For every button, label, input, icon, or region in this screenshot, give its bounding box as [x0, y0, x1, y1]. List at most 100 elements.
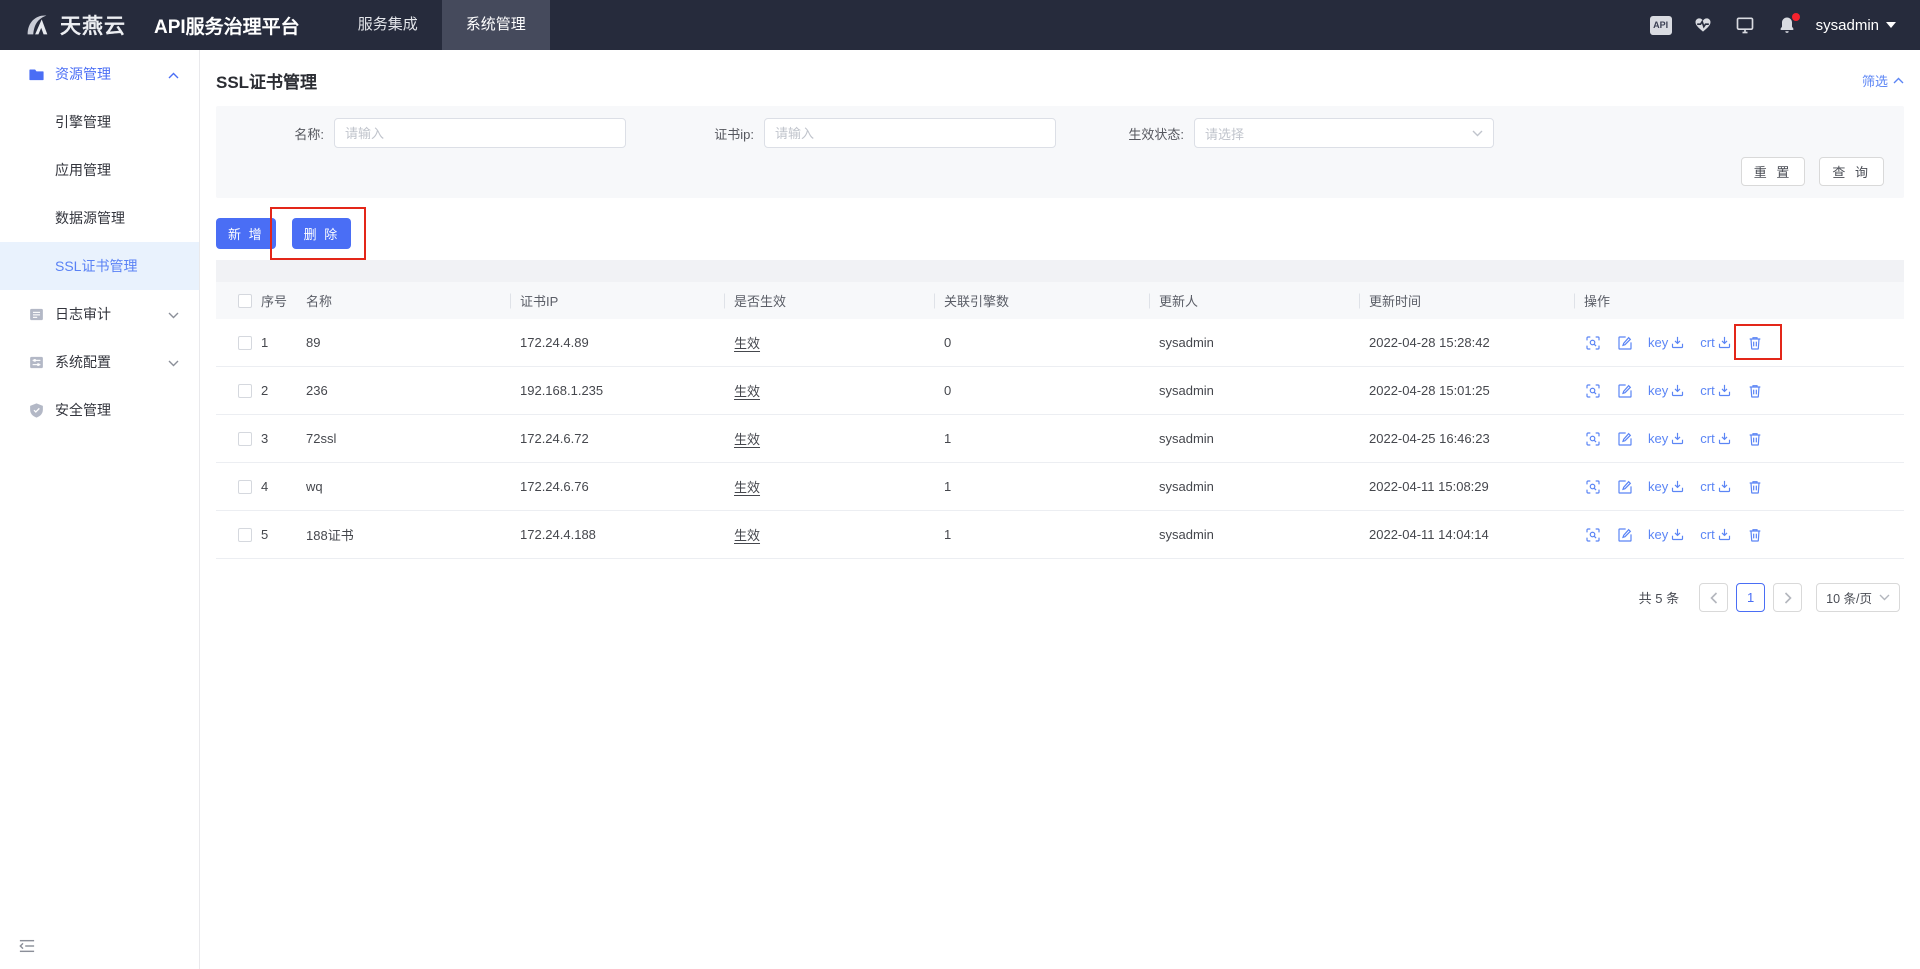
download-key-link[interactable]: key: [1648, 431, 1685, 446]
cell-updated-time: 2022-04-28 15:01:25: [1369, 383, 1584, 398]
cell-updater: sysadmin: [1159, 479, 1369, 494]
next-page-button[interactable]: [1773, 583, 1802, 612]
cell-updated-time: 2022-04-11 14:04:14: [1369, 527, 1584, 542]
download-icon: [1670, 479, 1685, 494]
delete-button[interactable]: 删 除: [292, 218, 352, 249]
delete-row-icon[interactable]: [1747, 430, 1764, 447]
table-top-spacer: [216, 260, 1904, 282]
chevron-down-icon: [1472, 130, 1483, 137]
download-icon: [1717, 479, 1732, 494]
download-icon: [1717, 335, 1732, 350]
download-key-link[interactable]: key: [1648, 383, 1685, 398]
edit-icon[interactable]: [1616, 430, 1633, 447]
nav-system-management[interactable]: 系统管理: [442, 0, 550, 50]
select-all-checkbox[interactable]: [238, 294, 252, 308]
delete-row-icon[interactable]: [1747, 382, 1764, 399]
download-icon: [1670, 335, 1685, 350]
row-checkbox[interactable]: [238, 384, 252, 398]
download-icon: [1717, 527, 1732, 542]
reset-button[interactable]: 重 置: [1741, 157, 1806, 186]
sidebar-item-resource-management[interactable]: 资源管理: [0, 50, 199, 98]
cell-engines: 1: [944, 527, 1159, 542]
col-header-name: 名称: [306, 291, 520, 310]
download-key-link[interactable]: key: [1648, 479, 1685, 494]
cert-ip-filter-input[interactable]: [764, 118, 1056, 148]
pagination: 共 5 条 1 10 条/页: [216, 583, 1904, 612]
edit-icon[interactable]: [1616, 382, 1633, 399]
preview-icon[interactable]: [1584, 334, 1601, 351]
status-filter-select[interactable]: 请选择: [1194, 118, 1494, 148]
header-right: API sysadmin: [1630, 14, 1896, 36]
col-header-index: 序号: [261, 291, 306, 310]
edit-icon[interactable]: [1616, 478, 1633, 495]
cell-ip: 172.24.4.188: [520, 527, 734, 542]
delete-row-icon[interactable]: [1747, 526, 1764, 543]
download-crt-link[interactable]: crt: [1700, 479, 1731, 494]
cert-ip-filter-label: 证书ip:: [676, 124, 754, 143]
preview-icon[interactable]: [1584, 382, 1601, 399]
screen-icon[interactable]: [1734, 14, 1756, 36]
download-key-link[interactable]: key: [1648, 335, 1685, 350]
cell-index: 4: [261, 479, 306, 494]
shield-icon: [28, 402, 45, 419]
api-doc-icon[interactable]: API: [1650, 14, 1672, 36]
col-header-status: 是否生效: [734, 291, 944, 310]
sidebar-item-system-config[interactable]: 系统配置: [0, 338, 199, 386]
col-header-updated: 更新时间: [1369, 291, 1584, 310]
cell-index: 5: [261, 527, 306, 542]
preview-icon[interactable]: [1584, 526, 1601, 543]
add-button[interactable]: 新 增: [216, 218, 276, 249]
download-crt-link[interactable]: crt: [1700, 431, 1731, 446]
name-filter-input[interactable]: [334, 118, 626, 148]
cell-ip: 172.24.4.89: [520, 335, 734, 350]
cell-updater: sysadmin: [1159, 527, 1369, 542]
collapse-sidebar-icon[interactable]: [18, 938, 36, 959]
sidebar-item-label: 日志审计: [55, 304, 111, 324]
logo-icon: [22, 10, 52, 40]
sidebar-item-engine-management[interactable]: 引擎管理: [0, 98, 199, 146]
status-badge: 生效: [734, 432, 760, 447]
notification-bell-icon[interactable]: [1776, 14, 1798, 36]
sidebar-item-app-management[interactable]: 应用管理: [0, 146, 199, 194]
row-checkbox[interactable]: [238, 480, 252, 494]
user-menu[interactable]: sysadmin: [1816, 17, 1896, 34]
cell-updater: sysadmin: [1159, 335, 1369, 350]
health-monitor-icon[interactable]: [1692, 14, 1714, 36]
cell-engines: 0: [944, 383, 1159, 398]
prev-page-button[interactable]: [1699, 583, 1728, 612]
status-badge: 生效: [734, 480, 760, 495]
download-crt-link[interactable]: crt: [1700, 335, 1731, 350]
row-checkbox[interactable]: [238, 432, 252, 446]
sidebar-item-label: 资源管理: [55, 64, 111, 84]
sidebar-item-ssl-cert-management[interactable]: SSL证书管理: [0, 242, 199, 290]
cell-ip: 172.24.6.76: [520, 479, 734, 494]
edit-icon[interactable]: [1616, 526, 1633, 543]
download-crt-link[interactable]: crt: [1700, 383, 1731, 398]
cell-engines: 1: [944, 431, 1159, 446]
sidebar-item-datasource-management[interactable]: 数据源管理: [0, 194, 199, 242]
sidebar-item-security-management[interactable]: 安全管理: [0, 386, 199, 434]
chevron-up-icon: [1893, 77, 1904, 84]
sidebar-item-log-audit[interactable]: 日志审计: [0, 290, 199, 338]
sidebar-item-label: 系统配置: [55, 352, 111, 372]
cell-engines: 1: [944, 479, 1159, 494]
sidebar-item-label: 安全管理: [55, 400, 111, 420]
row-checkbox[interactable]: [238, 336, 252, 350]
cell-updated-time: 2022-04-28 15:28:42: [1369, 335, 1584, 350]
search-button[interactable]: 查 询: [1819, 157, 1884, 186]
nav-service-integration[interactable]: 服务集成: [334, 0, 442, 50]
preview-icon[interactable]: [1584, 430, 1601, 447]
download-key-link[interactable]: key: [1648, 527, 1685, 542]
download-crt-link[interactable]: crt: [1700, 527, 1731, 542]
delete-row-icon[interactable]: [1747, 334, 1764, 351]
page-size-select[interactable]: 10 条/页: [1816, 583, 1900, 612]
delete-row-icon[interactable]: [1747, 478, 1764, 495]
page-number-button[interactable]: 1: [1736, 583, 1765, 612]
preview-icon[interactable]: [1584, 478, 1601, 495]
name-filter-label: 名称:: [246, 124, 324, 143]
table-row: 5 188证书 172.24.4.188 生效 1 sysadmin 2022-…: [216, 511, 1904, 559]
edit-icon[interactable]: [1616, 334, 1633, 351]
row-checkbox[interactable]: [238, 528, 252, 542]
filter-toggle-link[interactable]: 筛选: [1862, 71, 1904, 90]
filter-panel: 名称: 证书ip: 生效状态: 请选择 重 置 查 询: [216, 106, 1904, 198]
